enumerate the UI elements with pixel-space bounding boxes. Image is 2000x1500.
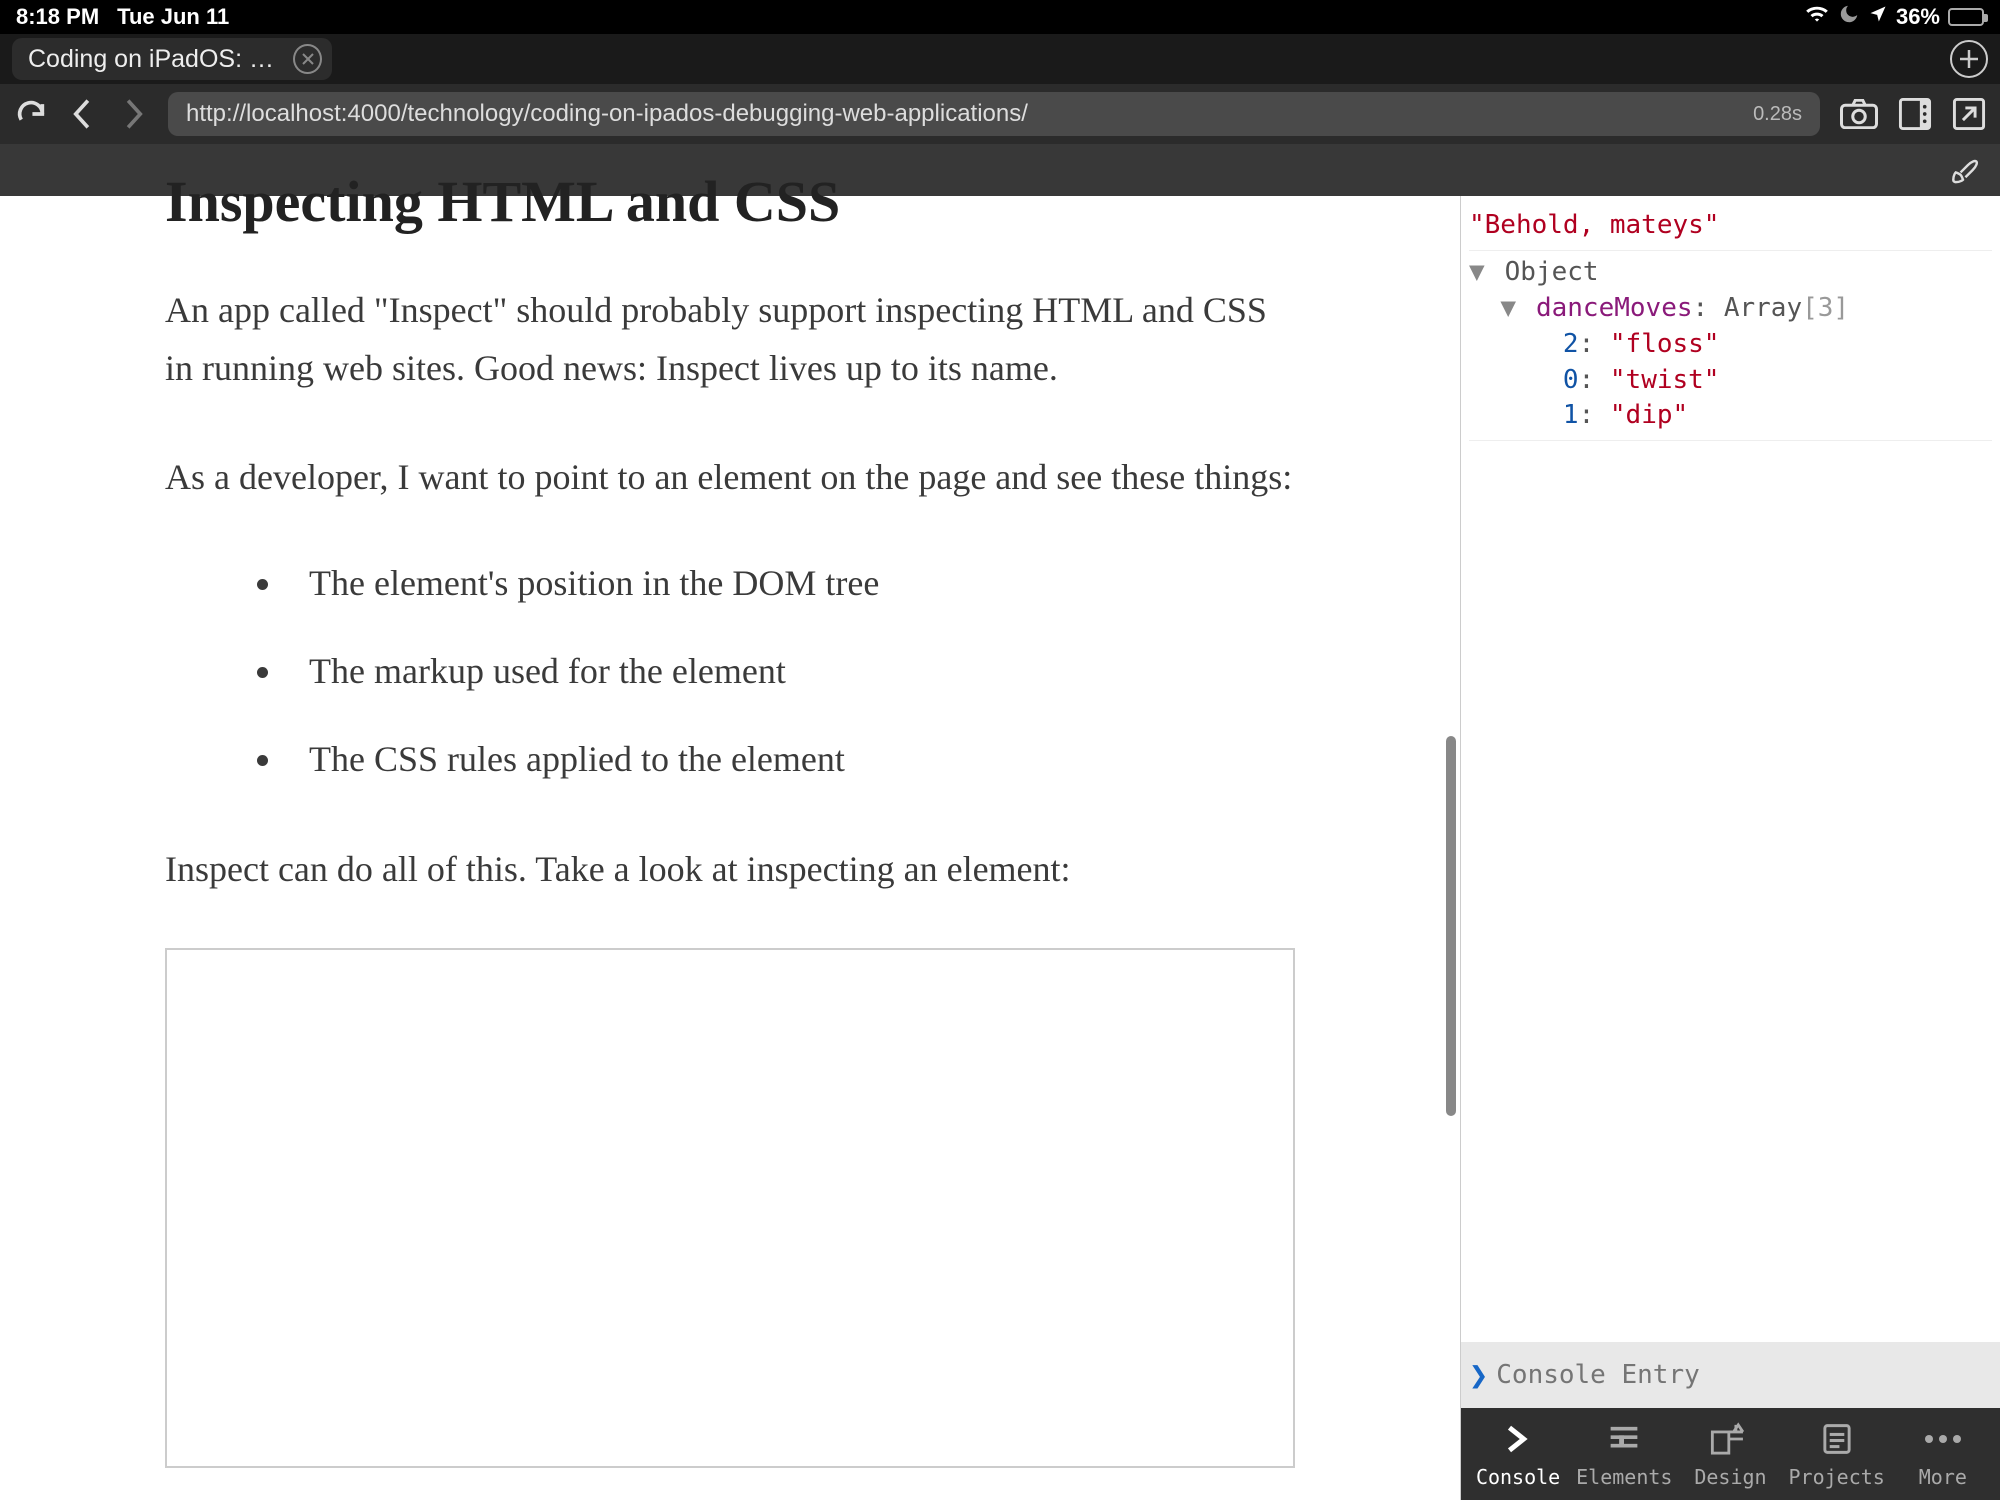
status-time: 8:18 PM [16,4,99,30]
array-item: 0: "twist" [1469,363,1992,399]
browser-tab[interactable]: Coding on iPadOS: D… [12,38,332,80]
console-input[interactable] [1496,1360,1992,1390]
new-tab-button[interactable] [1950,40,1988,78]
devtools-tabbar: Console Elements Design Projects More [1461,1408,2000,1500]
tab-title: Coding on iPadOS: D… [28,45,277,74]
design-icon [1710,1419,1750,1459]
scrollbar[interactable] [1446,736,1456,1116]
article-p1: An app called "Inspect" should probably … [165,281,1295,398]
array-item: 1: "dip" [1469,398,1992,434]
console-line: "Behold, mateys" [1469,206,1992,251]
article-p2: As a developer, I want to point to an el… [165,448,1295,506]
load-time: 0.28s [1753,103,1802,126]
tab-elements[interactable]: Elements [1574,1419,1674,1489]
article: Inspecting HTML and CSS An app called "I… [165,196,1295,1500]
more-icon [1923,1419,1963,1459]
console-object[interactable]: ▼ Object ▼ danceMoves: Array[3] 2: "flos… [1469,251,1992,441]
article-heading: Inspecting HTML and CSS [165,168,1295,235]
chevron-right-icon: ❯ [1469,1356,1488,1394]
web-page-viewport[interactable]: Inspecting HTML and CSS An app called "I… [0,196,1460,1500]
list-item: The markup used for the element [285,644,1295,698]
list-item: The CSS rules applied to the element [285,732,1295,786]
reload-icon[interactable] [14,97,48,131]
elements-icon [1607,1419,1641,1459]
back-icon[interactable] [68,97,98,131]
panel-pop-icon[interactable] [1952,97,1986,131]
url-toolbar: http://localhost:4000/technology/coding-… [0,84,2000,144]
console-output[interactable]: "Behold, mateys" ▼ Object ▼ danceMoves: … [1461,196,2000,1342]
status-bar: 8:18 PM Tue Jun 11 36% [0,0,2000,34]
moon-icon [1838,3,1860,31]
chevron-right-icon [1501,1419,1535,1459]
tab-console[interactable]: Console [1468,1419,1568,1489]
camera-icon[interactable] [1840,99,1878,129]
forward-icon[interactable] [118,97,148,131]
url-field[interactable]: http://localhost:4000/technology/coding-… [168,92,1820,136]
disclosure-triangle-icon[interactable]: ▼ [1469,255,1489,291]
list-item: The element's position in the DOM tree [285,556,1295,610]
location-icon [1868,4,1888,30]
devtools-panel: "Behold, mateys" ▼ Object ▼ danceMoves: … [1460,196,2000,1500]
status-date: Tue Jun 11 [117,4,229,30]
main-split: Inspecting HTML and CSS An app called "I… [0,196,2000,1500]
rocket-icon[interactable] [1946,153,1980,187]
close-icon[interactable] [293,44,322,74]
wifi-icon [1804,4,1830,30]
url-text: http://localhost:4000/technology/coding-… [186,100,1028,128]
tab-design[interactable]: Design [1680,1419,1780,1489]
tab-more[interactable]: More [1893,1419,1993,1489]
article-p3: Inspect can do all of this. Take a look … [165,840,1295,898]
tab-projects[interactable]: Projects [1787,1419,1887,1489]
disclosure-triangle-icon[interactable]: ▼ [1500,291,1520,327]
battery-icon [1948,8,1984,26]
array-item: 2: "floss" [1469,327,1992,363]
projects-icon [1820,1419,1854,1459]
panel-left-icon[interactable] [1898,97,1932,131]
tab-strip: Coding on iPadOS: D… [0,34,2000,84]
console-input-bar[interactable]: ❯ [1461,1342,2000,1408]
battery-pct: 36% [1896,4,1940,30]
article-list: The element's position in the DOM tree T… [165,556,1295,786]
image-placeholder [165,948,1295,1468]
